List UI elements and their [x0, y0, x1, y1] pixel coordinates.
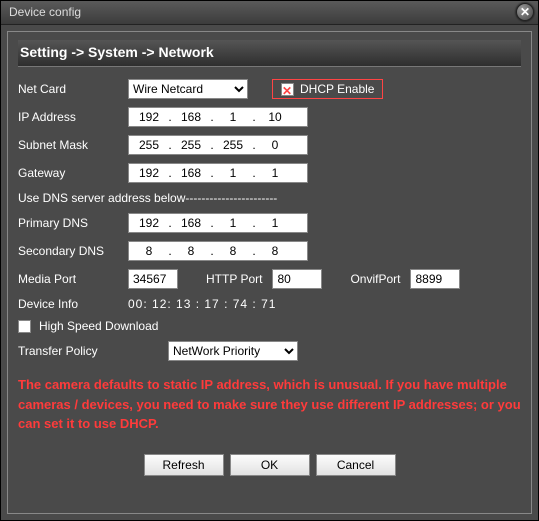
ip-address-input[interactable]: . . .: [128, 107, 308, 127]
refresh-button[interactable]: Refresh: [144, 454, 224, 476]
http-port-label: HTTP Port: [206, 272, 262, 286]
device-info-label: Device Info: [18, 297, 128, 311]
net-card-row: Net Card Wire Netcard ✕ DHCP Enable: [18, 79, 521, 99]
button-row: Refresh OK Cancel: [18, 454, 521, 476]
transfer-policy-select[interactable]: NetWork Priority: [168, 341, 298, 361]
subnet-octet-4[interactable]: [257, 137, 293, 153]
high-speed-row: High Speed Download: [18, 319, 521, 333]
pdns-octet-1[interactable]: [131, 215, 167, 231]
media-port-input[interactable]: [128, 269, 178, 289]
subnet-octet-1[interactable]: [131, 137, 167, 153]
gateway-octet-1[interactable]: [131, 165, 167, 181]
subnet-mask-input[interactable]: . . .: [128, 135, 308, 155]
device-mac: 00: 12: 13 : 17 : 74 : 71: [128, 297, 276, 311]
subnet-octet-3[interactable]: [215, 137, 251, 153]
sdns-octet-1[interactable]: [131, 243, 167, 259]
ip-octet-2[interactable]: [173, 109, 209, 125]
sdns-octet-2[interactable]: [173, 243, 209, 259]
dhcp-enable-group: ✕ DHCP Enable: [272, 79, 383, 99]
warning-text: The camera defaults to static IP address…: [18, 375, 521, 434]
secondary-dns-label: Secondary DNS: [18, 244, 128, 258]
pdns-octet-4[interactable]: [257, 215, 293, 231]
ip-octet-4[interactable]: [257, 109, 293, 125]
secondary-dns-row: Secondary DNS . . .: [18, 241, 521, 261]
settings-panel: Setting -> System -> Network Net Card Wi…: [7, 31, 532, 514]
gateway-label: Gateway: [18, 166, 128, 180]
subnet-mask-row: Subnet Mask . . .: [18, 135, 521, 155]
close-icon: ✕: [520, 5, 530, 19]
breadcrumb: Setting -> System -> Network: [18, 40, 521, 67]
window-title: Device config: [9, 5, 81, 19]
media-port-label: Media Port: [18, 272, 118, 286]
http-port-input[interactable]: [272, 269, 322, 289]
dhcp-checkbox[interactable]: ✕: [281, 83, 294, 96]
ip-octet-1[interactable]: [131, 109, 167, 125]
gateway-row: Gateway . . .: [18, 163, 521, 183]
net-card-label: Net Card: [18, 82, 128, 96]
primary-dns-input[interactable]: . . .: [128, 213, 308, 233]
close-button[interactable]: ✕: [516, 3, 534, 21]
sdns-octet-3[interactable]: [215, 243, 251, 259]
ok-button[interactable]: OK: [230, 454, 310, 476]
pdns-octet-3[interactable]: [215, 215, 251, 231]
onvif-port-label: OnvifPort: [350, 272, 400, 286]
onvif-port-input[interactable]: [410, 269, 460, 289]
ip-address-row: IP Address . . .: [18, 107, 521, 127]
ports-row: Media Port HTTP Port OnvifPort: [18, 269, 521, 289]
device-info-row: Device Info 00: 12: 13 : 17 : 74 : 71: [18, 297, 521, 311]
dns-section-label: Use DNS server address below------------…: [18, 191, 521, 205]
transfer-policy-row: Transfer Policy NetWork Priority: [18, 341, 521, 361]
cancel-button[interactable]: Cancel: [316, 454, 396, 476]
primary-dns-row: Primary DNS . . .: [18, 213, 521, 233]
gateway-octet-3[interactable]: [215, 165, 251, 181]
secondary-dns-input[interactable]: . . .: [128, 241, 308, 261]
pdns-octet-2[interactable]: [173, 215, 209, 231]
dhcp-enable-label: DHCP Enable: [300, 82, 374, 96]
net-card-select[interactable]: Wire Netcard: [128, 79, 248, 99]
content-area: Setting -> System -> Network Net Card Wi…: [1, 25, 538, 520]
gateway-octet-4[interactable]: [257, 165, 293, 181]
primary-dns-label: Primary DNS: [18, 216, 128, 230]
ip-octet-3[interactable]: [215, 109, 251, 125]
subnet-octet-2[interactable]: [173, 137, 209, 153]
x-icon: ✕: [282, 84, 292, 98]
gateway-octet-2[interactable]: [173, 165, 209, 181]
subnet-mask-label: Subnet Mask: [18, 138, 128, 152]
high-speed-checkbox[interactable]: [18, 320, 31, 333]
device-config-window: Device config ✕ Setting -> System -> Net…: [0, 0, 539, 521]
gateway-input[interactable]: . . .: [128, 163, 308, 183]
high-speed-label: High Speed Download: [39, 319, 158, 333]
transfer-policy-label: Transfer Policy: [18, 344, 168, 358]
titlebar: Device config ✕: [1, 1, 538, 25]
ip-address-label: IP Address: [18, 110, 128, 124]
sdns-octet-4[interactable]: [257, 243, 293, 259]
